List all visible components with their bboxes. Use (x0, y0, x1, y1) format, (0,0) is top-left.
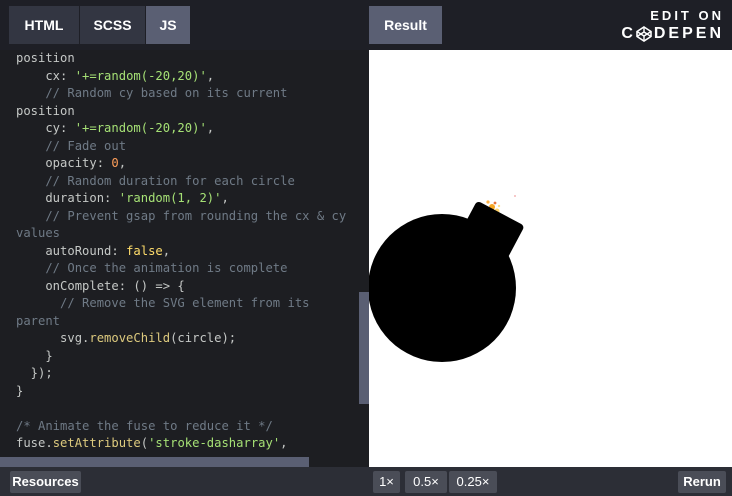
code-token: cy: (16, 121, 75, 135)
code-token: values (16, 226, 61, 240)
code-line: svg.removeChild(circle); (16, 330, 369, 348)
code-token: // Random cy based on its current (16, 86, 288, 100)
code-token: // Remove the SVG element from its (16, 296, 310, 310)
code-token: (circle); (170, 331, 237, 345)
code-line: parent (16, 313, 369, 331)
code-token: autoRound: (16, 243, 127, 258)
code-line: // Once the animation is complete (16, 260, 369, 278)
resources-button[interactable]: Resources (10, 471, 81, 493)
code-token: // Prevent gsap from rounding the cx & c… (16, 208, 347, 223)
code-token: // Once the animation is complete (16, 261, 288, 275)
code-line: // Random duration for each circle (16, 173, 369, 191)
vertical-scrollbar[interactable] (359, 292, 369, 404)
editor-header: HTML SCSS JS Result EDIT ON C DEPEN (0, 0, 732, 50)
code-token: ( (140, 436, 149, 450)
code-line: opacity: 0, (16, 155, 369, 173)
code-token: duration: (16, 191, 119, 205)
code-token: } (16, 348, 53, 363)
horizontal-scrollbar[interactable] (0, 457, 309, 467)
js-code-editor[interactable]: position cx: '+=random(-20,20)', // Rand… (0, 50, 369, 467)
codepen-wordmark: C DEPEN (621, 25, 724, 42)
code-token: parent (16, 313, 61, 328)
code-token: removeChild (89, 331, 171, 345)
code-line: cx: '+=random(-20,20)', (16, 68, 369, 86)
bottom-bar: Resources 1× 0.5× 0.25× Rerun (0, 467, 732, 496)
code-token: , (206, 68, 215, 83)
tab-result[interactable]: Result (369, 6, 442, 44)
zoom-1x-button[interactable]: 1× (373, 471, 400, 493)
rerun-button[interactable]: Rerun (678, 471, 726, 493)
code-token: '+=random(-20,20)' (74, 121, 207, 135)
tab-scss[interactable]: SCSS (80, 6, 145, 44)
code-line: values (16, 225, 369, 243)
code-token: onComplete: () => { (16, 278, 185, 293)
code-line: cy: '+=random(-20,20)', (16, 120, 369, 138)
code-line: }); (16, 365, 369, 383)
code-token: cx: (16, 68, 75, 83)
code-content: position cx: '+=random(-20,20)', // Rand… (0, 50, 369, 453)
code-token: setAttribute (52, 436, 141, 450)
edit-on-codepen-link[interactable]: EDIT ON C DEPEN (621, 8, 724, 43)
code-line: /* Animate the fuse to reduce it */ (16, 418, 369, 436)
bomb-illustration (368, 195, 524, 362)
code-line: onComplete: () => { (16, 278, 369, 296)
edit-on-label: EDIT ON (650, 8, 724, 23)
code-line: } (16, 383, 369, 401)
tab-html[interactable]: HTML (9, 6, 79, 44)
zoom-0.25x-button[interactable]: 0.25× (449, 471, 497, 493)
code-token: 'random(1, 2)' (118, 191, 222, 205)
code-token: fuse. (16, 436, 53, 450)
codepen-icon (636, 26, 652, 42)
code-token: , (221, 191, 229, 205)
codepen-wordmark-rest: DEPEN (653, 25, 724, 42)
code-line: position (16, 103, 369, 121)
code-token: // Random duration for each circle (16, 173, 295, 188)
code-token: opacity: (16, 156, 112, 170)
code-token: 'stroke-dasharray' (148, 436, 281, 450)
code-line: } (16, 348, 369, 366)
code-line: // Remove the SVG element from its (16, 295, 369, 313)
code-token: '+=random(-20,20)' (74, 68, 207, 83)
code-token: position (16, 51, 75, 65)
code-token: }); (16, 366, 53, 380)
code-token: /* Animate the fuse to reduce it */ (16, 418, 273, 433)
result-preview (368, 50, 732, 467)
code-token: , (162, 243, 171, 258)
tab-js[interactable]: JS (146, 6, 190, 44)
code-line: fuse.setAttribute('stroke-dasharray', (16, 435, 369, 453)
code-token: , (206, 121, 215, 135)
code-line: autoRound: false, (16, 243, 369, 261)
code-token: position (16, 103, 75, 118)
code-line: position (16, 50, 369, 68)
code-line: // Fade out (16, 138, 369, 156)
zoom-0.5x-button[interactable]: 0.5× (405, 471, 447, 493)
code-token: 0 (111, 156, 119, 170)
code-token: } (16, 383, 24, 398)
code-token: , (280, 436, 288, 450)
bomb-body (368, 214, 516, 362)
code-token: false (126, 243, 163, 258)
code-line: duration: 'random(1, 2)', (16, 190, 369, 208)
code-token: svg. (16, 331, 90, 345)
code-token: , (118, 156, 127, 170)
code-token: // Fade out (16, 138, 127, 153)
code-line: // Prevent gsap from rounding the cx & c… (16, 208, 369, 226)
code-line: // Random cy based on its current (16, 85, 369, 103)
